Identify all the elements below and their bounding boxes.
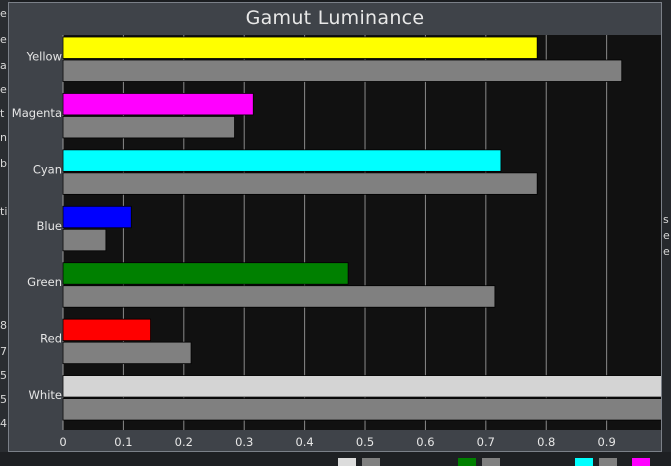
x-tick-label: 0 (59, 435, 66, 449)
x-tick-label: 0.5 (356, 435, 374, 449)
background-text-fragment: n (0, 131, 7, 144)
background-text-fragment: e (0, 7, 7, 20)
bar-measured-cyan (62, 149, 502, 172)
background-color-swatch (482, 458, 500, 466)
background-text-fragment: t (0, 107, 5, 120)
category-label: White (29, 388, 62, 402)
background-text-fragment: 8 (0, 319, 7, 332)
x-tick-label: 0.2 (175, 435, 193, 449)
bar-reference-magenta (62, 116, 235, 139)
background-text-fragment: b (0, 157, 7, 170)
background-text-fragment: e (663, 245, 670, 258)
bar-reference-yellow (62, 59, 623, 82)
background-color-swatch (362, 458, 380, 466)
background-color-swatch (599, 458, 617, 466)
background-text-fragment: e (0, 83, 7, 96)
category-label: Blue (37, 219, 62, 233)
x-tick-label: 0.6 (416, 435, 434, 449)
background-text-fragment: 5 (0, 369, 7, 382)
x-tick-label: 0.4 (295, 435, 313, 449)
bar-measured-green (62, 262, 349, 285)
category-label: Magenta (12, 106, 62, 120)
background-text-fragment: 7 (0, 345, 7, 358)
background-text-fragment: ti (0, 205, 8, 218)
background-text-fragment: e (0, 33, 7, 46)
category-label: Red (40, 332, 62, 346)
background-text-fragment: 5 (0, 393, 7, 406)
bar-measured-red (62, 318, 151, 342)
x-tick-label: 0.9 (597, 435, 615, 449)
background-taskbar-strip (0, 452, 671, 466)
bar-reference-green (62, 285, 496, 308)
bar-reference-blue (62, 228, 107, 252)
background-color-swatch (338, 458, 356, 466)
x-tick-label: 0.3 (235, 435, 253, 449)
background-text-fragment: 4 (0, 417, 7, 430)
bar-measured-white (62, 375, 661, 398)
gamut-luminance-chart: 0 0.1 0.2 0.3 0.4 0.5 0.6 0.7 0.8 0.9 Yellow Magent… (12, 35, 661, 449)
bar-reference-red (62, 341, 192, 365)
bar-measured-yellow (62, 36, 538, 59)
x-tick-label: 0.8 (537, 435, 555, 449)
background-color-swatch (632, 458, 650, 466)
bar-measured-magenta (62, 93, 254, 116)
background-text-fragment: e (663, 229, 670, 242)
background-text-fragment: a (0, 59, 7, 72)
bar-measured-blue (62, 205, 132, 229)
background-color-swatch (458, 458, 476, 466)
x-tick-label: 0.7 (477, 435, 495, 449)
category-label: Cyan (33, 162, 62, 176)
category-label: Green (27, 275, 62, 289)
bar-reference-cyan (62, 172, 538, 195)
category-label: Yellow (26, 50, 62, 64)
bar-reference-white (62, 398, 661, 421)
background-color-swatch (575, 458, 593, 466)
gamut-luminance-window: Gamut Luminance 0 0.1 0.2 0.3 0.4 0.5 0.6 0.7 0.… (8, 2, 662, 452)
x-tick-label: 0.1 (114, 435, 132, 449)
background-text-fragment: s (663, 213, 669, 226)
